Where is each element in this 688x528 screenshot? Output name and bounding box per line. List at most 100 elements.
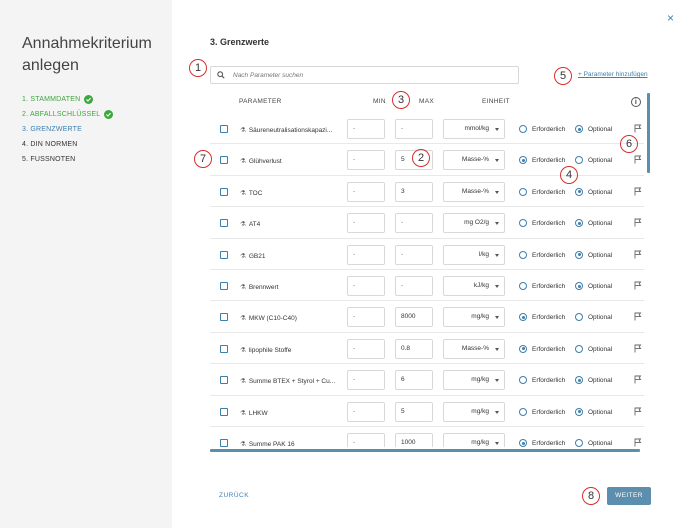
flag-icon[interactable]	[634, 344, 642, 355]
flag-icon[interactable]	[634, 218, 642, 229]
unit-select[interactable]: mmol/kg	[443, 119, 505, 139]
flag-icon[interactable]	[634, 250, 642, 261]
unit-select[interactable]: kJ/kg	[443, 276, 505, 296]
max-input[interactable]: -	[395, 276, 433, 296]
optional-radio[interactable]	[575, 313, 583, 322]
optional-radio[interactable]	[575, 344, 583, 353]
search-box[interactable]	[210, 66, 519, 84]
max-input[interactable]: 1000	[395, 433, 433, 447]
row-checkbox[interactable]	[220, 313, 228, 322]
required-radio[interactable]	[519, 187, 527, 196]
flag-icon[interactable]	[634, 281, 642, 292]
unit-select[interactable]: Masse-%	[443, 181, 505, 202]
unit-select[interactable]: mg O2/g	[443, 213, 505, 234]
flag-icon[interactable]	[634, 187, 642, 198]
optional-radio[interactable]	[575, 282, 583, 290]
unit-select[interactable]: mg/kg	[443, 307, 505, 328]
optional-radio[interactable]	[575, 250, 583, 259]
min-input[interactable]: -	[347, 213, 385, 234]
required-radio[interactable]	[519, 313, 527, 322]
max-input[interactable]: 5	[395, 401, 433, 422]
step-grenzwerte[interactable]: 3. GRENZWERTE	[22, 122, 113, 137]
row-checkbox[interactable]	[220, 156, 228, 165]
optional-radio[interactable]	[575, 219, 583, 228]
table-header: PARAMETER MIN MAX EINHEIT i	[210, 92, 641, 112]
step-din-normen[interactable]: 4. DIN NORMEN	[22, 137, 113, 152]
close-icon[interactable]: ×	[667, 12, 674, 24]
annotation-marker: 2	[412, 149, 430, 167]
horizontal-scrollbar[interactable]	[210, 449, 640, 452]
flag-icon[interactable]	[634, 155, 642, 166]
row-checkbox[interactable]	[220, 250, 228, 259]
table-row: ⚗ Summe BTEX + Styrol + Cu... -6 mg/kg Erfor…	[210, 364, 644, 396]
flag-icon[interactable]	[634, 312, 642, 323]
next-button[interactable]: WEITER	[607, 487, 651, 505]
required-radio[interactable]	[519, 250, 527, 259]
vertical-scrollbar[interactable]	[647, 93, 650, 173]
optional-radio[interactable]	[575, 125, 583, 133]
unit-select[interactable]: mg/kg	[443, 370, 505, 391]
min-input[interactable]: -	[347, 181, 385, 202]
optional-radio[interactable]	[575, 156, 583, 165]
min-input[interactable]: -	[347, 433, 385, 447]
step-abfallschluessel[interactable]: 2. ABFALLSCHLÜSSEL	[22, 107, 114, 122]
unit-select[interactable]: mg/kg	[443, 401, 505, 422]
flag-icon[interactable]	[634, 375, 642, 386]
flag-icon[interactable]	[634, 124, 642, 135]
optional-radio[interactable]	[575, 439, 583, 447]
optional-radio[interactable]	[575, 407, 583, 416]
flask-icon: ⚗	[240, 189, 246, 197]
flag-icon[interactable]	[634, 438, 642, 447]
row-checkbox[interactable]	[220, 219, 228, 228]
min-input[interactable]: -	[347, 401, 385, 422]
row-checkbox[interactable]	[220, 187, 228, 196]
flask-icon: ⚗	[240, 378, 246, 386]
row-checkbox[interactable]	[220, 344, 228, 353]
max-input[interactable]: 6	[395, 370, 433, 391]
max-input[interactable]: -	[395, 213, 433, 234]
row-checkbox[interactable]	[220, 282, 228, 290]
required-label: Erforderlich	[532, 188, 566, 196]
max-input[interactable]: 8000	[395, 307, 433, 328]
required-radio[interactable]	[519, 376, 527, 385]
min-input[interactable]: -	[347, 276, 385, 296]
max-input[interactable]: -	[395, 119, 433, 139]
required-radio[interactable]	[519, 407, 527, 416]
back-button[interactable]: ZURÜCK	[219, 492, 249, 499]
row-checkbox[interactable]	[220, 439, 228, 447]
required-radio[interactable]	[519, 344, 527, 353]
min-input[interactable]: -	[347, 307, 385, 328]
required-radio[interactable]	[519, 125, 527, 133]
row-checkbox[interactable]	[220, 125, 228, 133]
info-icon[interactable]: i	[631, 97, 641, 107]
optional-radio[interactable]	[575, 187, 583, 196]
max-input[interactable]: -	[395, 244, 433, 265]
min-input[interactable]: -	[347, 150, 385, 171]
max-input[interactable]: 0.8	[395, 338, 433, 359]
required-radio[interactable]	[519, 439, 527, 447]
unit-select[interactable]: Masse-%	[443, 150, 505, 171]
required-radio[interactable]	[519, 219, 527, 228]
max-input[interactable]: 3	[395, 181, 433, 202]
unit-select[interactable]: l/kg	[443, 244, 505, 265]
unit-select[interactable]: mg/kg	[443, 433, 505, 447]
row-checkbox[interactable]	[220, 407, 228, 416]
search-input[interactable]	[233, 71, 493, 79]
min-input[interactable]: -	[347, 244, 385, 265]
parameter-label: Brennwert	[248, 284, 279, 291]
row-checkbox[interactable]	[220, 376, 228, 385]
min-input[interactable]: -	[347, 370, 385, 391]
min-input[interactable]: -	[347, 119, 385, 139]
required-radio[interactable]	[519, 156, 527, 165]
min-input[interactable]: -	[347, 338, 385, 359]
unit-select[interactable]: Masse-%	[443, 338, 505, 359]
add-parameter-link[interactable]: + Parameter hinzufügen	[578, 71, 648, 78]
required-label: Erforderlich	[532, 126, 566, 133]
required-radio[interactable]	[519, 282, 527, 290]
step-stammdaten[interactable]: 1. STAMMDATEN	[22, 92, 113, 107]
column-header-max: MAX	[419, 98, 434, 105]
flag-icon[interactable]	[634, 407, 642, 418]
column-header-min: MIN	[373, 98, 386, 105]
optional-radio[interactable]	[575, 376, 583, 385]
step-fussnoten[interactable]: 5. FUSSNOTEN	[22, 152, 113, 167]
